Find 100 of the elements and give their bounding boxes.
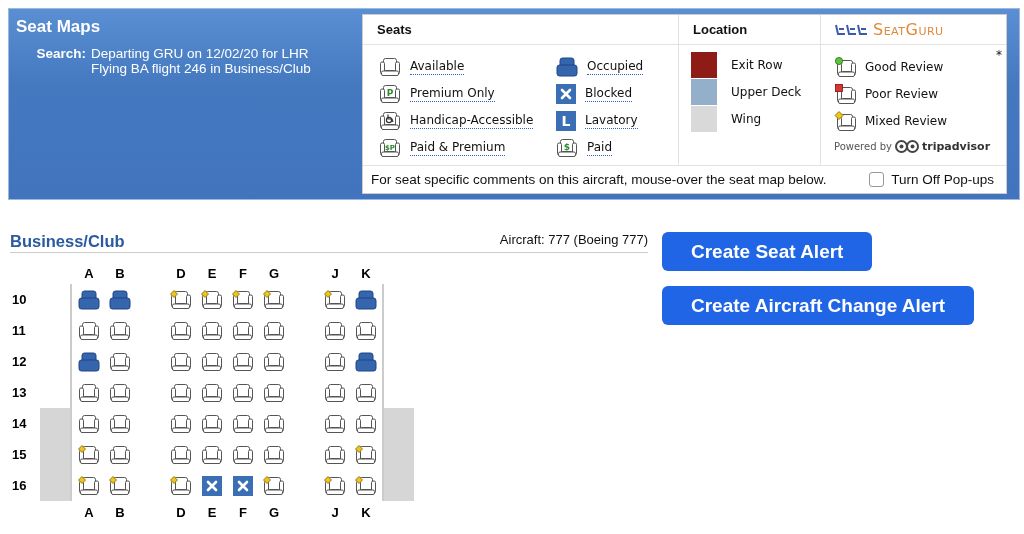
- column-letter: A: [83, 265, 95, 281]
- review-seat-icon[interactable]: [170, 289, 192, 310]
- occupied-seat-icon: [556, 56, 578, 77]
- seat-icon[interactable]: [170, 444, 192, 465]
- checkbox-label: Turn Off Pop-ups: [891, 172, 994, 187]
- blocked-seat-icon[interactable]: [233, 475, 253, 496]
- seat-icon[interactable]: [170, 413, 192, 434]
- legend-link[interactable]: Lavatory: [585, 112, 638, 129]
- aircraft-label: Aircraft: 777 (Boeing 777): [499, 232, 648, 247]
- legend-link[interactable]: Paid & Premium: [410, 139, 506, 156]
- location-label: Upper Deck: [731, 84, 802, 99]
- seat-icon[interactable]: [355, 413, 377, 434]
- row-number: 12: [11, 354, 28, 369]
- seatguru-logo: SeatGuru: [873, 20, 944, 39]
- seat-icon[interactable]: [232, 413, 254, 434]
- review-seat-icon[interactable]: [355, 444, 377, 465]
- seat-icon: [379, 56, 401, 77]
- review-seat-icon[interactable]: [324, 289, 346, 310]
- occupied-seat-icon[interactable]: [78, 289, 100, 310]
- search-detail: Departing GRU on 12/02/20 for LHR: [91, 46, 310, 61]
- page-title: Seat Maps: [16, 17, 102, 37]
- column-letter: F: [238, 504, 248, 520]
- seat-icon[interactable]: [324, 444, 346, 465]
- seat-icon[interactable]: [109, 413, 131, 434]
- legend-heading: Location: [693, 22, 748, 37]
- seats-logo-icon: [835, 22, 869, 37]
- review-label: Poor Review: [865, 86, 939, 101]
- seat-icon[interactable]: [263, 351, 285, 372]
- seat-icon[interactable]: [263, 444, 285, 465]
- seat-icon[interactable]: [170, 351, 192, 372]
- seat-icon[interactable]: [263, 382, 285, 403]
- cabin-title: Business/Club: [10, 232, 125, 251]
- row-number: 10: [11, 292, 28, 307]
- owl-eyes-icon: [894, 140, 919, 153]
- legend-link[interactable]: Blocked: [585, 85, 633, 102]
- column-letter: E: [206, 504, 218, 520]
- alert-button[interactable]: Create Seat Alert: [662, 232, 873, 271]
- seat-icon[interactable]: [324, 413, 346, 434]
- seat-icon[interactable]: [324, 351, 346, 372]
- seat-icon[interactable]: [201, 320, 223, 341]
- seat-icon[interactable]: [170, 382, 192, 403]
- review-seat-icon[interactable]: [78, 475, 100, 496]
- review-seat-icon[interactable]: [324, 475, 346, 496]
- seat-icon[interactable]: [324, 382, 346, 403]
- seat-icon[interactable]: [78, 413, 100, 434]
- seat-icon[interactable]: [201, 444, 223, 465]
- column-letter: G: [267, 504, 281, 520]
- column-letter: K: [360, 265, 372, 281]
- seat-icon[interactable]: [355, 382, 377, 403]
- seat-icon[interactable]: [232, 320, 254, 341]
- seat-icon[interactable]: [109, 382, 131, 403]
- location-label: Exit Row: [731, 57, 783, 72]
- seat-icon[interactable]: [232, 351, 254, 372]
- legend-link[interactable]: Available: [410, 58, 465, 75]
- search-detail: Flying BA flight 246 in Business/Club: [91, 61, 311, 76]
- seat-icon[interactable]: [201, 351, 223, 372]
- blocked-seat-icon[interactable]: [202, 475, 222, 496]
- occupied-seat-icon[interactable]: [355, 351, 377, 372]
- alert-button[interactable]: Create Aircraft Change Alert: [662, 286, 975, 325]
- review-seat-icon[interactable]: [109, 475, 131, 496]
- column-letter: D: [175, 504, 187, 520]
- legend-link[interactable]: Premium Only: [410, 85, 495, 102]
- review-seat-icon[interactable]: [263, 475, 285, 496]
- seat-icon[interactable]: [78, 382, 100, 403]
- tripadvisor-logo: tripadvisor: [921, 140, 991, 153]
- seat-icon[interactable]: [109, 444, 131, 465]
- review-seat-icon[interactable]: [170, 475, 192, 496]
- seat-icon[interactable]: [170, 320, 192, 341]
- seat-icon[interactable]: [232, 444, 254, 465]
- seat-icon[interactable]: [355, 320, 377, 341]
- legend-link[interactable]: Paid: [587, 139, 612, 156]
- review-seat-icon[interactable]: [263, 289, 285, 310]
- legend-link[interactable]: Handicap-Accessible: [410, 112, 534, 129]
- seat-icon[interactable]: [324, 320, 346, 341]
- lavatory-icon: L: [556, 110, 576, 131]
- seat-icon[interactable]: [263, 320, 285, 341]
- review-seat-icon[interactable]: [201, 289, 223, 310]
- occupied-seat-icon[interactable]: [355, 289, 377, 310]
- seat-icon[interactable]: [263, 413, 285, 434]
- wheelchair-seat-icon: [379, 110, 401, 131]
- seat-icon[interactable]: [201, 413, 223, 434]
- location-label: Wing: [731, 111, 762, 126]
- checkbox[interactable]: [869, 172, 885, 187]
- review-seat-icon[interactable]: [232, 289, 254, 310]
- row-number: 15: [11, 447, 28, 462]
- review-seat-icon: [834, 83, 858, 104]
- seat-icon[interactable]: [201, 382, 223, 403]
- occupied-seat-icon[interactable]: [78, 351, 100, 372]
- legend-link[interactable]: Occupied: [587, 58, 644, 75]
- review-seat-icon[interactable]: [355, 475, 377, 496]
- occupied-seat-icon[interactable]: [109, 289, 131, 310]
- seat-icon[interactable]: [109, 320, 131, 341]
- column-letter: D: [175, 265, 187, 281]
- review-seat-icon: [834, 56, 858, 77]
- seat-icon[interactable]: [78, 320, 100, 341]
- seat-icon[interactable]: [232, 382, 254, 403]
- mouse-over-note: For seat specific comments on this aircraft, mouse-over the seat map below.: [371, 172, 827, 187]
- legend-heading: Seats: [377, 22, 412, 37]
- seat-icon[interactable]: [109, 351, 131, 372]
- review-seat-icon[interactable]: [78, 444, 100, 465]
